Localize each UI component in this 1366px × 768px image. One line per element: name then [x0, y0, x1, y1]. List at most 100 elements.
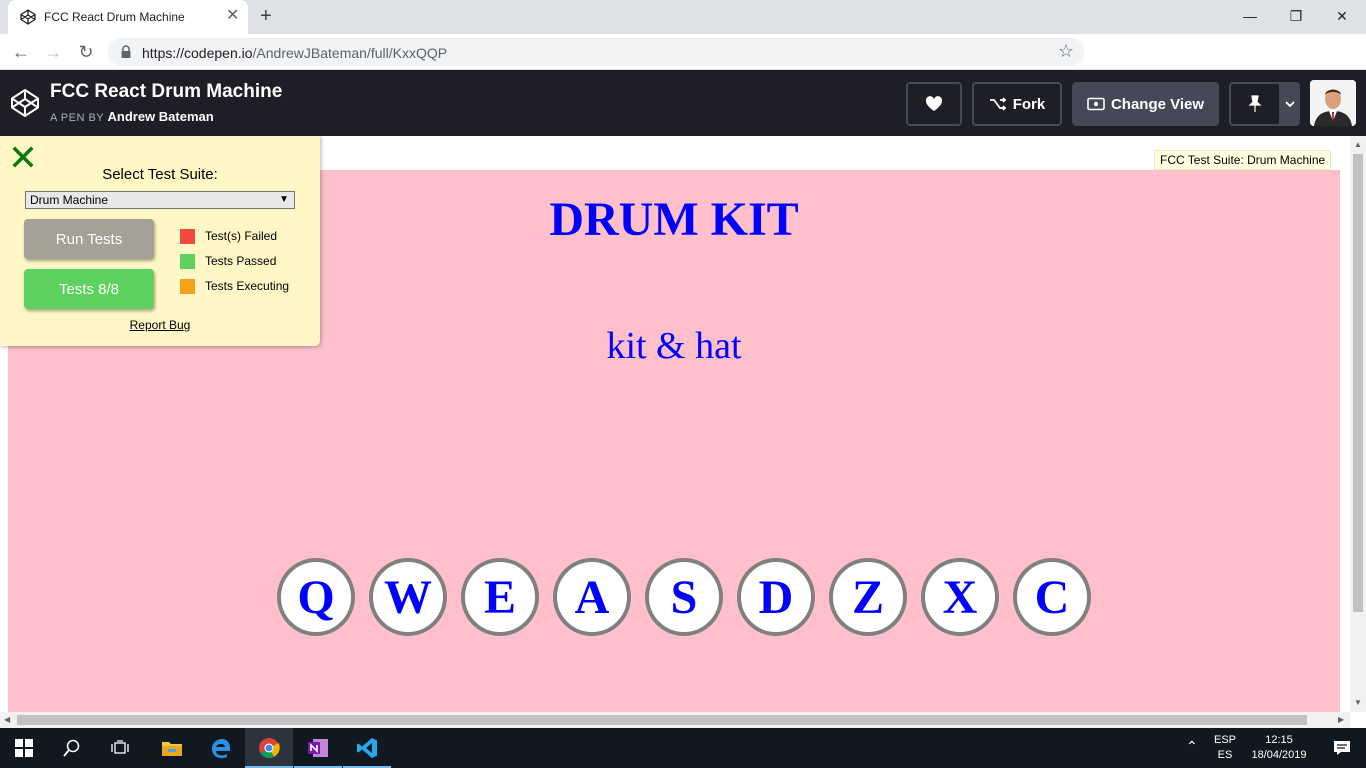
- windows-start-button[interactable]: [0, 728, 48, 768]
- drum-pad-c[interactable]: C: [1013, 558, 1091, 636]
- new-tab-button[interactable]: +: [260, 6, 272, 26]
- action-center-button[interactable]: [1318, 728, 1366, 768]
- forward-arrow-icon[interactable]: →: [42, 41, 64, 63]
- back-arrow-icon[interactable]: ←: [10, 41, 32, 63]
- reload-icon[interactable]: ↻: [75, 41, 97, 63]
- notification-icon: [1334, 741, 1350, 755]
- horizontal-scroll-thumb[interactable]: [17, 715, 1307, 725]
- folder-icon: [162, 742, 182, 756]
- eye-icon: [1087, 97, 1105, 111]
- dropdown-arrow-icon: ▼: [279, 194, 289, 205]
- change-view-button[interactable]: Change View: [1072, 82, 1219, 126]
- byline-prefix: A PEN BY: [50, 112, 104, 124]
- close-icon[interactable]: [12, 146, 34, 168]
- clock-date: 18/04/2019: [1251, 749, 1307, 761]
- bookmark-star-icon[interactable]: ☆: [1058, 41, 1074, 62]
- heart-button[interactable]: [906, 82, 962, 126]
- scroll-down-icon[interactable]: ▼: [1354, 698, 1362, 707]
- legend-passed: Tests Passed: [180, 253, 276, 269]
- url-path: /AndrewJBateman/full/KxxQQP: [252, 45, 448, 61]
- selected-suite: Drum Machine: [30, 193, 109, 207]
- pen-title: FCC React Drum Machine: [50, 81, 283, 102]
- scroll-right-icon[interactable]: ▶: [1338, 715, 1344, 724]
- select-test-suite-label: Select Test Suite:: [102, 166, 218, 183]
- browser-tab[interactable]: FCC React Drum Machine ✕: [8, 0, 248, 34]
- windows-taskbar: ⌃ ESP ES 12:15 18/04/2019: [0, 728, 1366, 768]
- drum-pad-q[interactable]: Q: [277, 558, 355, 636]
- clock-time: 12:15: [1265, 734, 1293, 746]
- taskbar-vscode[interactable]: [343, 728, 391, 768]
- language-indicator[interactable]: ESP ES: [1210, 733, 1240, 763]
- pen-author-link[interactable]: Andrew Bateman: [108, 109, 214, 124]
- language-code: ESP: [1213, 734, 1236, 746]
- fcc-test-panel: Select Test Suite: Drum Machine ▼ Run Te…: [0, 136, 320, 346]
- tab-close-icon[interactable]: ✕: [226, 8, 239, 24]
- minimize-button[interactable]: —: [1240, 6, 1260, 26]
- lock-icon: [121, 45, 131, 58]
- fork-label: Fork: [1012, 95, 1046, 113]
- test-suite-tooltip: FCC Test Suite: Drum Machine: [1154, 150, 1332, 170]
- executing-swatch: [180, 278, 195, 294]
- fork-button[interactable]: Fork: [972, 82, 1062, 126]
- taskbar-edge[interactable]: [196, 728, 244, 768]
- drum-pad-d[interactable]: D: [737, 558, 815, 636]
- chrome-icon: [259, 738, 280, 759]
- codepen-header: FCC React Drum Machine A PEN BY Andrew B…: [0, 70, 1366, 136]
- run-tests-button[interactable]: Run Tests: [24, 219, 154, 259]
- drum-pad-e[interactable]: E: [461, 558, 539, 636]
- browser-tab-strip: FCC React Drum Machine ✕ + — ❐ ✕: [0, 0, 1366, 34]
- task-view-icon: [111, 740, 129, 754]
- vertical-scroll-thumb[interactable]: [1353, 154, 1363, 612]
- report-bug-link[interactable]: Report Bug: [0, 318, 320, 332]
- restore-button[interactable]: ❐: [1286, 6, 1306, 26]
- drum-pad-s[interactable]: S: [645, 558, 723, 636]
- vscode-icon: [357, 738, 377, 758]
- tray-chevron-up-icon[interactable]: ⌃: [1186, 738, 1198, 755]
- pin-dropdown-button[interactable]: [1279, 82, 1300, 126]
- drum-pad-a[interactable]: A: [553, 558, 631, 636]
- taskbar-onenote[interactable]: [294, 728, 342, 768]
- passed-swatch: [180, 253, 195, 269]
- drum-pad-w[interactable]: W: [369, 558, 447, 636]
- codepen-favicon-icon: [20, 9, 36, 25]
- drum-pad-x[interactable]: X: [921, 558, 999, 636]
- url-text: https://codepen.io/AndrewJBateman/full/K…: [142, 45, 447, 61]
- system-clock[interactable]: 12:15 18/04/2019: [1244, 733, 1314, 763]
- scroll-up-icon[interactable]: ▲: [1354, 140, 1362, 149]
- task-view-button[interactable]: [96, 728, 144, 768]
- heart-icon: [925, 96, 943, 111]
- edge-icon: [212, 739, 230, 759]
- test-suite-select[interactable]: Drum Machine ▼: [25, 191, 295, 209]
- user-avatar[interactable]: [1310, 80, 1356, 126]
- avatar-photo-icon: [1310, 80, 1356, 126]
- search-icon: [63, 739, 80, 757]
- legend-label: Tests Passed: [205, 254, 277, 268]
- taskbar-search-button[interactable]: [48, 728, 96, 768]
- url-host: https://codepen.io: [142, 45, 253, 61]
- pen-byline: A PEN BY Andrew Bateman: [50, 109, 214, 124]
- legend-failed: Test(s) Failed: [180, 228, 277, 244]
- close-window-button[interactable]: ✕: [1332, 6, 1352, 26]
- horizontal-scrollbar[interactable]: ◀ ▶: [0, 712, 1350, 728]
- taskbar-chrome[interactable]: [245, 728, 293, 768]
- legend-executing: Tests Executing: [180, 278, 289, 294]
- pin-button[interactable]: [1229, 82, 1281, 126]
- failed-swatch: [180, 228, 195, 244]
- scroll-left-icon[interactable]: ◀: [4, 715, 10, 724]
- vertical-scrollbar[interactable]: ▲ ▼: [1350, 136, 1366, 712]
- tests-result-button[interactable]: Tests 8/8: [24, 269, 154, 309]
- change-view-label: Change View: [1110, 95, 1205, 113]
- drum-pad-z[interactable]: Z: [829, 558, 907, 636]
- keyboard-layout: ES: [1217, 749, 1233, 761]
- codepen-logo-icon[interactable]: [10, 88, 40, 118]
- fork-icon: [989, 97, 1007, 111]
- browser-toolbar: ← → ↻ https://codepen.io/AndrewJBateman/…: [0, 34, 1366, 96]
- address-bar[interactable]: https://codepen.io/AndrewJBateman/full/K…: [108, 38, 1084, 66]
- chevron-down-icon: [1284, 101, 1295, 108]
- tab-title: FCC React Drum Machine: [44, 10, 185, 24]
- legend-label: Test(s) Failed: [205, 229, 278, 243]
- windows-logo-icon: [15, 739, 33, 757]
- taskbar-file-explorer[interactable]: [148, 728, 196, 768]
- onenote-icon: [308, 739, 328, 757]
- pin-icon: [1248, 95, 1262, 112]
